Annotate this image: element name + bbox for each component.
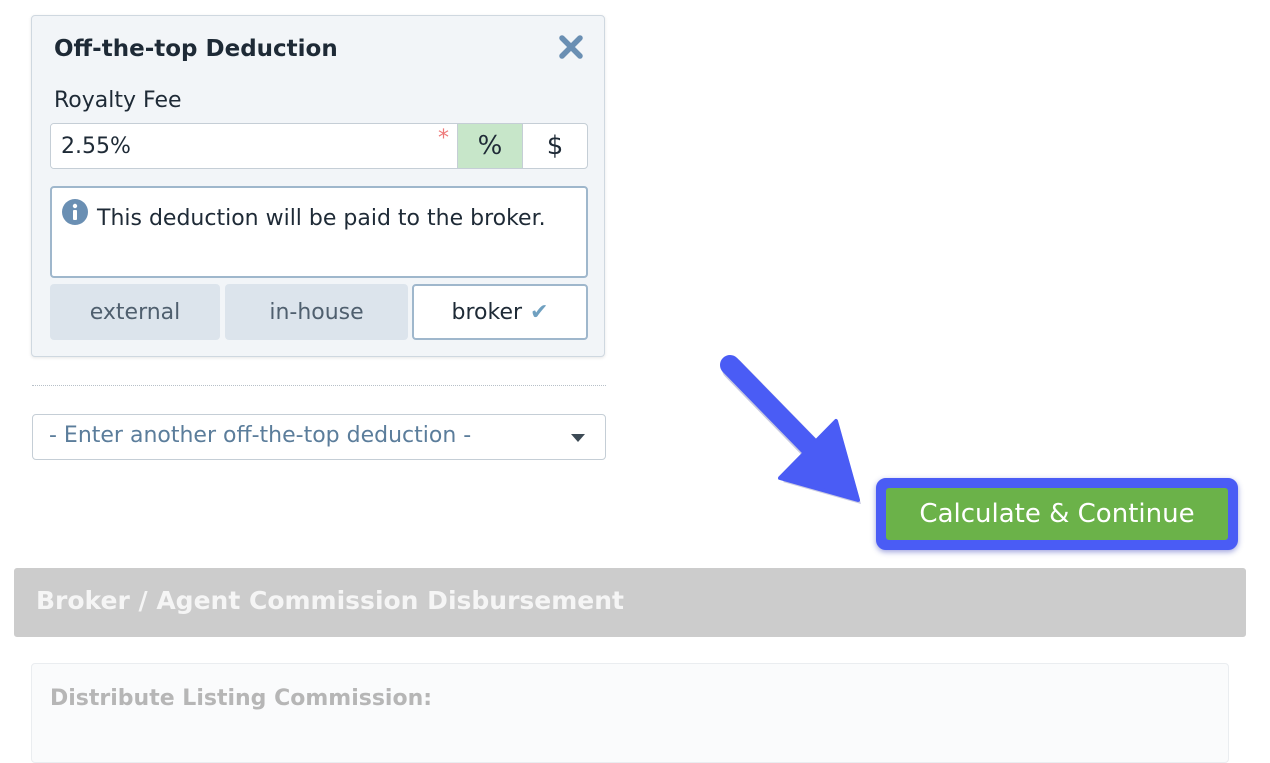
disbursement-section-title: Broker / Agent Commission Disbursement [36, 586, 625, 615]
rate-input-wrapper: * [51, 124, 457, 168]
close-icon[interactable] [556, 32, 586, 62]
add-deduction-select-value: - Enter another off-the-top deduction - [49, 423, 472, 448]
royalty-fee-input[interactable] [51, 124, 457, 168]
deduction-card-title: Off-the-top Deduction [54, 36, 338, 62]
chevron-down-icon [571, 434, 585, 442]
payee-broker-button[interactable]: broker ✔ [412, 284, 588, 340]
disbursement-section-header: Broker / Agent Commission Disbursement [14, 568, 1246, 637]
listing-commission-title: Distribute Listing Commission: [50, 686, 433, 711]
calculate-button-highlight: Calculate & Continue [876, 478, 1238, 550]
add-deduction-select[interactable]: - Enter another off-the-top deduction - [32, 414, 606, 460]
required-marker: * [438, 126, 449, 151]
percent-unit-button[interactable]: % [457, 124, 522, 168]
divider [32, 385, 606, 386]
royalty-fee-input-group: * % $ [50, 123, 588, 169]
calculate-continue-button[interactable]: Calculate & Continue [886, 488, 1228, 540]
royalty-fee-label: Royalty Fee [54, 88, 182, 113]
deduction-info-box: This deduction will be paid to the broke… [50, 186, 588, 278]
payee-broker-label: broker [451, 299, 523, 325]
checkmark-icon: ✔ [530, 299, 549, 325]
info-message: This deduction will be paid to the broke… [97, 206, 546, 231]
pointer-arrow-icon [720, 355, 861, 504]
info-icon [61, 198, 89, 230]
listing-commission-panel: Distribute Listing Commission: [31, 663, 1229, 763]
dollar-unit-button[interactable]: $ [522, 124, 587, 168]
payee-in-house-label: in-house [269, 299, 364, 325]
payee-external-button[interactable]: external [50, 284, 220, 340]
payee-external-label: external [89, 299, 181, 325]
deduction-card: Off-the-top Deduction Royalty Fee * % $ … [31, 15, 605, 357]
payee-in-house-button[interactable]: in-house [225, 284, 408, 340]
